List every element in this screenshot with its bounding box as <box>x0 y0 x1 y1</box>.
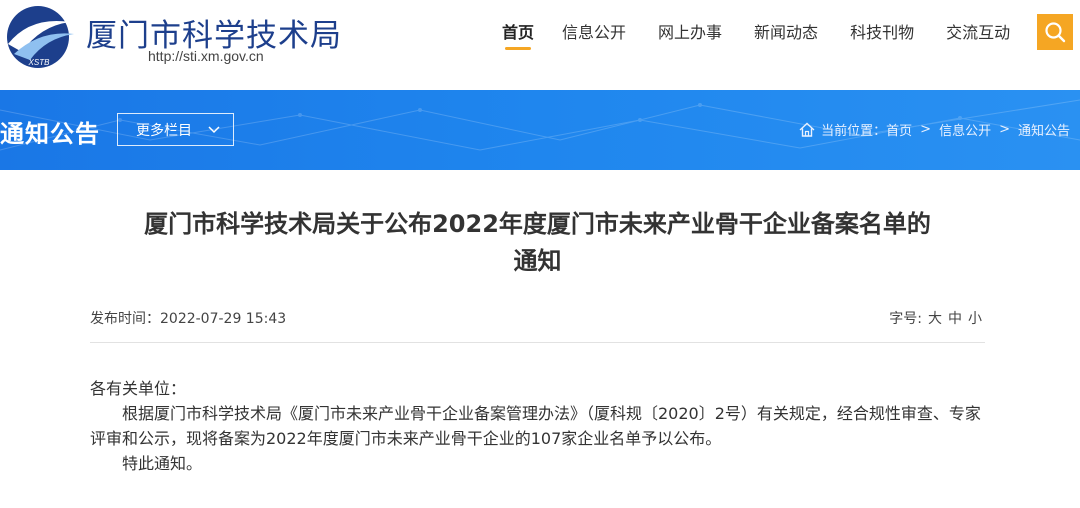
publish-date: 发布时间：2022-07-29 15:43 <box>90 308 286 328</box>
logo-icon[interactable]: XSTB <box>0 4 78 70</box>
home-icon <box>799 122 815 137</box>
article-title-line: 通知 <box>513 247 562 275</box>
body-paragraph: 根据厦门市科学技术局《厦门市未来产业骨干企业备案管理办法》（厦科规〔2020〕2… <box>90 404 981 448</box>
more-columns-label: 更多栏目 <box>136 122 192 139</box>
nav-item-online-services[interactable]: 网上办事 <box>658 0 722 66</box>
nav-item-interaction[interactable]: 交流互动 <box>946 0 1010 66</box>
closing-paragraph: 特此通知。 <box>122 454 203 473</box>
publish-date-label: 发布时间： <box>90 311 160 327</box>
nav-item-publications[interactable]: 科技刊物 <box>850 0 914 66</box>
breadcrumb-notices[interactable]: 通知公告 <box>1018 120 1070 139</box>
article-title-line: 厦门市科学技术局关于公布2022年度厦门市未来产业骨干企业备案名单的 <box>144 210 931 238</box>
nav-item-home[interactable]: 首页 <box>502 0 534 66</box>
chevron-down-icon <box>208 126 220 134</box>
site-header: XSTB 厦门市科学技术局 http://sti.xm.gov.cn 首页 信息… <box>0 0 1080 90</box>
salutation: 各有关单位： <box>90 379 187 398</box>
publish-date-value: 2022-07-29 15:43 <box>160 311 287 327</box>
breadcrumb-separator: > <box>920 122 932 137</box>
breadcrumb-separator: > <box>999 122 1010 137</box>
font-size-switcher: 字号: 大 中 小 <box>889 308 982 328</box>
meta-divider <box>90 342 985 343</box>
font-size-label: 字号: <box>889 311 922 327</box>
search-icon <box>1045 22 1066 43</box>
breadcrumb: 当前位置： 首页 > 信息公开 > 通知公告 <box>799 120 1070 139</box>
breadcrumb-info-public[interactable]: 信息公开 <box>939 120 991 139</box>
article-meta: 发布时间：2022-07-29 15:43 字号: 大 中 小 <box>90 308 982 328</box>
breadcrumb-home[interactable]: 首页 <box>886 120 912 139</box>
section-banner: 通知公告 更多栏目 当前位置： 首页 > 信息公开 > 通知公告 <box>0 90 1080 170</box>
search-button[interactable] <box>1037 14 1073 50</box>
site-url: http://sti.xm.gov.cn <box>148 48 264 64</box>
font-size-medium[interactable]: 中 <box>948 308 962 328</box>
section-title: 通知公告 <box>0 120 100 148</box>
more-columns-button[interactable]: 更多栏目 <box>117 113 234 146</box>
font-size-small[interactable]: 小 <box>968 308 982 328</box>
main-nav: 首页 信息公开 网上办事 新闻动态 科技刊物 交流互动 <box>490 0 1010 66</box>
nav-item-info-public[interactable]: 信息公开 <box>562 0 626 66</box>
breadcrumb-prefix: 当前位置： <box>821 124 887 139</box>
logo-text: XSTB <box>28 58 51 67</box>
nav-item-news[interactable]: 新闻动态 <box>754 0 818 66</box>
font-size-large[interactable]: 大 <box>928 308 942 328</box>
article-body: 各有关单位： 根据厦门市科学技术局《厦门市未来产业骨干企业备案管理办法》（厦科规… <box>90 376 985 476</box>
article-title: 厦门市科学技术局关于公布2022年度厦门市未来产业骨干企业备案名单的 通知 <box>90 206 985 280</box>
